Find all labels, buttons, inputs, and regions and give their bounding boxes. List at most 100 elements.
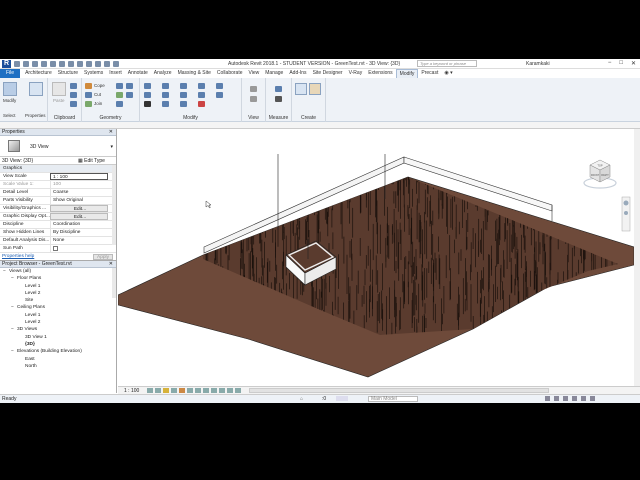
reveal-hidden-icon[interactable] <box>211 388 218 393</box>
section-icon[interactable] <box>95 61 101 67</box>
sync-icon[interactable] <box>32 61 38 67</box>
tab-insert[interactable]: Insert <box>106 69 125 78</box>
display-options-edit-button[interactable]: Edit... <box>50 213 108 220</box>
modify-button[interactable] <box>3 82 17 96</box>
properties-help-link[interactable]: Properties help <box>2 254 34 259</box>
copy-clipboard-icon[interactable] <box>70 92 77 98</box>
tab-structure[interactable]: Structure <box>55 69 81 78</box>
3d-view-icon[interactable] <box>86 61 92 67</box>
tab-extensions[interactable]: Extensions <box>365 69 395 78</box>
unpin-icon[interactable] <box>216 83 223 89</box>
browser-item[interactable]: North <box>0 363 116 370</box>
tab-add-ins[interactable]: Add-Ins <box>286 69 309 78</box>
select-by-face-icon[interactable] <box>572 396 577 401</box>
zoom-icon[interactable] <box>624 211 628 215</box>
match-properties-icon[interactable] <box>70 101 77 107</box>
close-properties-icon[interactable]: ✕ <box>109 129 113 136</box>
paste-button[interactable] <box>52 82 66 96</box>
scale-icon[interactable] <box>180 101 187 107</box>
browser-item[interactable]: East <box>0 356 116 363</box>
ribbon-options-icon[interactable]: ◉ ▾ <box>441 69 455 78</box>
array-icon[interactable] <box>180 92 187 98</box>
join-label[interactable]: Join <box>94 101 102 106</box>
cope-icon[interactable] <box>85 83 92 89</box>
aligned-dimension-icon[interactable] <box>275 96 282 102</box>
visual-style-icon[interactable] <box>155 388 162 393</box>
select-underlay-icon[interactable] <box>554 396 559 401</box>
browser-item[interactable]: − Views (all) <box>0 268 116 275</box>
wall-joins-icon[interactable] <box>116 83 123 89</box>
select-links-icon[interactable] <box>545 396 550 401</box>
align-icon[interactable] <box>144 83 151 89</box>
render-icon[interactable] <box>179 388 186 393</box>
navigation-bar[interactable] <box>621 196 631 232</box>
workset-icon[interactable]: ⌂ <box>300 396 303 402</box>
visibility-edit-button[interactable]: Edit... <box>50 205 108 212</box>
viewport-scrollbar[interactable] <box>634 129 640 386</box>
prop-value[interactable]: None <box>50 237 108 244</box>
tab-file[interactable]: File <box>0 69 21 78</box>
tab-massing-site[interactable]: Massing & Site <box>175 69 214 78</box>
prop-value[interactable]: Show Original <box>50 197 108 204</box>
create-group-icon[interactable] <box>309 83 321 95</box>
steering-wheel-icon[interactable] <box>623 200 629 206</box>
measure-icon[interactable] <box>68 61 74 67</box>
browser-item[interactable]: Level 1 <box>0 312 116 319</box>
cut-label[interactable]: Cut <box>94 92 101 97</box>
properties-button[interactable] <box>29 82 43 96</box>
rotate-icon[interactable] <box>162 101 169 107</box>
override-icon[interactable] <box>250 96 257 102</box>
tab-modify[interactable]: Modify <box>395 69 419 78</box>
properties-scrollbar[interactable] <box>112 165 116 245</box>
highlight-icon[interactable] <box>227 388 234 393</box>
tab-precast[interactable]: Precast <box>418 69 441 78</box>
split-icon[interactable] <box>198 83 205 89</box>
tab-collaborate[interactable]: Collaborate <box>214 69 246 78</box>
hide-isolate-icon[interactable] <box>203 388 210 393</box>
save-icon[interactable] <box>23 61 29 67</box>
browser-item[interactable]: − Ceiling Plans <box>0 304 116 311</box>
tab-manage[interactable]: Manage <box>262 69 286 78</box>
create-parts-icon[interactable] <box>295 83 307 95</box>
copy-icon[interactable] <box>162 92 169 98</box>
mirror-axis-icon[interactable] <box>162 83 169 89</box>
lock-view-icon[interactable] <box>195 388 202 393</box>
text-icon[interactable] <box>77 61 83 67</box>
close-icon[interactable]: ✕ <box>631 60 636 67</box>
cut-clipboard-icon[interactable] <box>70 83 77 89</box>
split-gap-icon[interactable] <box>216 92 223 98</box>
cope-label[interactable]: Cope <box>94 83 105 88</box>
browser-item[interactable]: Level 1 <box>0 283 116 290</box>
tab-annotate[interactable]: Annotate <box>125 69 151 78</box>
browser-item[interactable]: {3D} <box>0 341 116 348</box>
cut-geometry-icon[interactable] <box>85 92 92 98</box>
open-icon[interactable] <box>14 61 20 67</box>
prop-value[interactable]: Coarse <box>50 189 108 196</box>
browser-item[interactable]: 3D View 1 <box>0 334 116 341</box>
prop-value[interactable]: 1 : 100 <box>50 173 108 180</box>
tab-systems[interactable]: Systems <box>81 69 106 78</box>
crop-view-icon[interactable] <box>187 388 194 393</box>
pin-icon[interactable] <box>198 92 205 98</box>
edit-type-button[interactable]: ▦ Edit Type <box>78 157 105 165</box>
hide-icon[interactable] <box>250 86 257 92</box>
graphics-group[interactable]: Graphics <box>0 165 116 173</box>
tab-v-ray[interactable]: V-Ray <box>346 69 366 78</box>
design-option-select[interactable]: Main Model <box>368 395 418 402</box>
move-icon[interactable] <box>144 101 151 107</box>
user-name[interactable]: Karamkaki <box>526 61 550 67</box>
tab-view[interactable]: View <box>246 69 263 78</box>
type-selector[interactable]: 3D View ▾ <box>0 136 116 157</box>
shadows-icon[interactable] <box>171 388 178 393</box>
browser-item[interactable]: −3D Views <box>0 326 116 333</box>
trim-extend-icon[interactable] <box>180 83 187 89</box>
editing-requests-icon[interactable] <box>336 396 348 401</box>
undo-icon[interactable] <box>41 61 47 67</box>
apply-button[interactable]: Apply <box>93 254 113 260</box>
filter-icon[interactable] <box>590 396 595 401</box>
revit-logo[interactable]: R <box>2 60 11 68</box>
browser-item[interactable]: Level 2 <box>0 319 116 326</box>
close-hidden-icon[interactable] <box>113 61 119 67</box>
tab-site-designer[interactable]: Site Designer <box>310 69 346 78</box>
tab-analyze[interactable]: Analyze <box>151 69 175 78</box>
